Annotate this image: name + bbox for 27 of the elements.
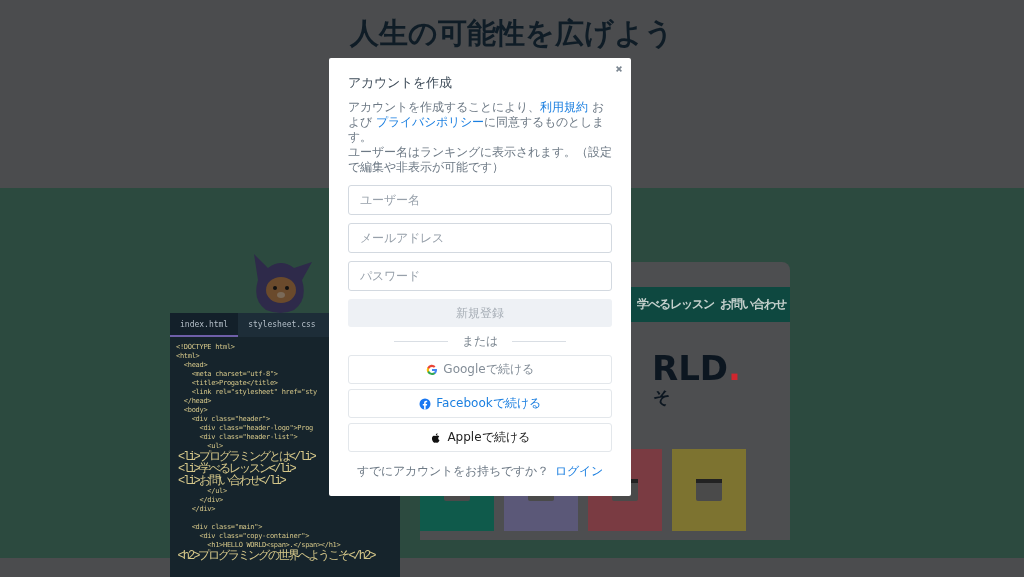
divider-label: または — [462, 332, 498, 350]
account-prompt: すでにアカウントをお持ちですか？ — [357, 463, 549, 480]
browser-window-icon — [696, 479, 722, 501]
facebook-icon — [419, 397, 432, 410]
social-login-button[interactable]: Googleで続ける — [348, 355, 612, 384]
terms-link[interactable]: プライバシポリシー — [375, 115, 484, 129]
social-login-button[interactable]: Appleで続ける — [348, 423, 612, 452]
hero-subtitle: そ — [653, 386, 671, 409]
input-field[interactable]: メールアドレス — [348, 223, 612, 253]
social-login-button[interactable]: Facebookで続ける — [348, 389, 612, 418]
input-field[interactable]: ユーザー名 — [348, 185, 612, 215]
file-tab[interactable]: index.html — [170, 313, 239, 337]
google-icon — [426, 363, 439, 376]
code-line: <li>学べるレッスン</li> — [177, 463, 295, 475]
terms-link[interactable]: 利用規約 — [540, 100, 588, 114]
terms-notice: アカウントを作成することにより、利用規約 および プライバシポリシーに同意するものとします。 — [348, 100, 605, 145]
login-link[interactable]: ログイン — [555, 463, 603, 480]
hero-title: RLD. — [652, 350, 742, 386]
code-line: <li>お問い合わせ</li> — [177, 475, 285, 487]
dialog-title: アカウントを作成 — [348, 74, 453, 92]
code-line: <h2>プログラミングの世界へようこそ</h2> — [176, 550, 375, 562]
page-heading: 人生の可能性を広げよう — [350, 15, 674, 52]
close-icon[interactable] — [615, 65, 623, 73]
code-line: <li>プログラミングとは</li> — [177, 451, 315, 463]
username-notice: ユーザー名はランキングに表示されます。（設定で編集や非表示が可能です） — [348, 145, 612, 175]
input-field[interactable]: パスワード — [348, 261, 612, 291]
file-tab[interactable]: stylesheet.css — [238, 313, 326, 337]
